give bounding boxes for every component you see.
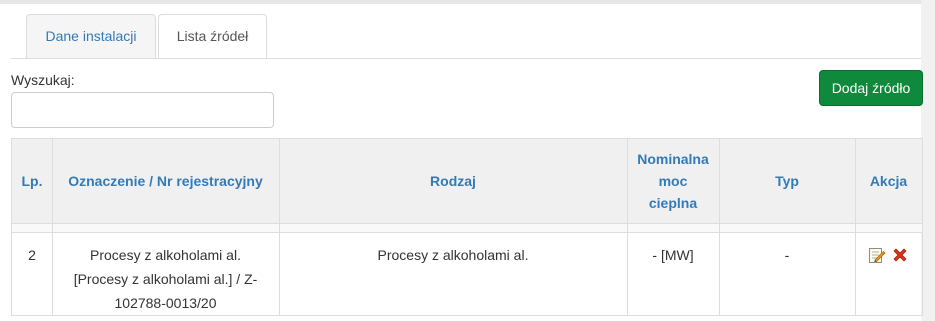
header-moc[interactable]: Nominalna moc cieplna — [627, 139, 719, 223]
cell-oznaczenie-line: [Procesy z alkoholami al.] / Z- — [73, 271, 258, 287]
tab-underline — [11, 58, 921, 59]
header-akcja-label: Akcja — [869, 173, 908, 189]
scrollbar[interactable] — [921, 0, 935, 321]
add-source-button[interactable]: Dodaj źródło — [819, 70, 923, 106]
header-oznaczenie-label: Oznaczenie / Nr rejestracyjny — [68, 173, 263, 189]
header-oznaczenie[interactable]: Oznaczenie / Nr rejestracyjny — [52, 139, 279, 223]
cell-typ: - — [784, 247, 790, 263]
edit-icon[interactable] — [868, 246, 886, 264]
top-strip — [0, 0, 921, 4]
search-label: Wyszukaj: — [11, 72, 75, 88]
sources-table: Lp. Oznaczenie / Nr rejestracyjny Rodzaj… — [11, 138, 923, 316]
header-rodzaj[interactable]: Rodzaj — [279, 139, 627, 223]
header-rodzaj-label: Rodzaj — [430, 173, 476, 189]
header-typ[interactable]: Typ — [719, 139, 855, 223]
cell-oznaczenie-line: 102788-0013/20 — [114, 295, 217, 311]
tab-dane-instalacji[interactable]: Dane instalacji — [26, 14, 156, 58]
header-lp-label: Lp. — [21, 173, 43, 189]
header-moc-line: moc — [658, 173, 688, 189]
header-separator — [12, 223, 922, 233]
header-typ-label: Typ — [775, 173, 799, 189]
cell-moc: - [MW] — [652, 247, 694, 263]
header-akcja: Akcja — [855, 139, 922, 223]
header-moc-line: cieplna — [648, 195, 698, 211]
header-moc-label: Nominalna moc cieplna — [637, 148, 709, 214]
delete-icon[interactable] — [891, 246, 909, 264]
cell-lp: 2 — [28, 247, 36, 263]
header-lp[interactable]: Lp. — [12, 139, 52, 223]
search-input[interactable] — [11, 92, 274, 128]
tab-lista-zrodel[interactable]: Lista źródeł — [158, 14, 267, 59]
cell-oznaczenie-line: Procesy z alkoholami al. — [90, 247, 241, 263]
cell-oznaczenie: Procesy z alkoholami al. [Procesy z alko… — [52, 243, 279, 315]
cell-rodzaj: Procesy z alkoholami al. — [377, 247, 529, 263]
header-moc-line: Nominalna — [637, 151, 709, 167]
